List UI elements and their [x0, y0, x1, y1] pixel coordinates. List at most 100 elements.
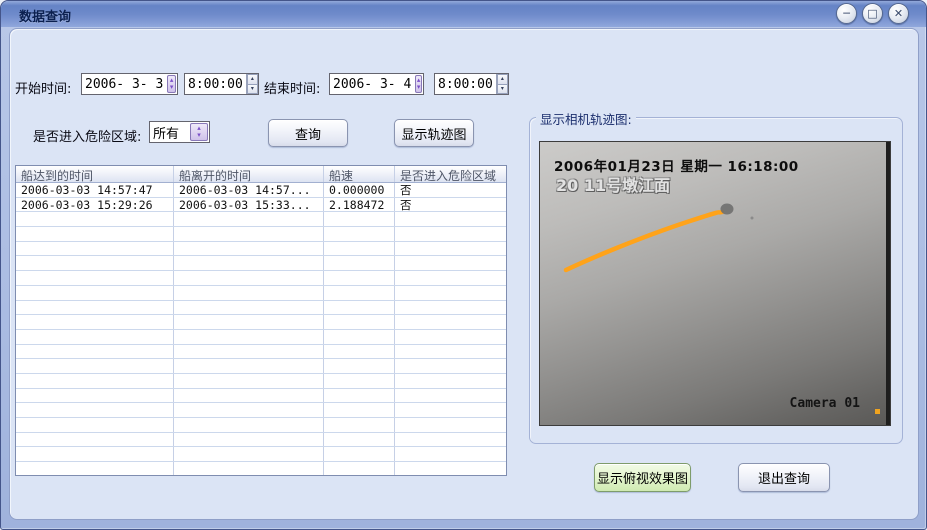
small-mark: [751, 217, 754, 220]
camera-location-overlay: 20 11号墩江面: [556, 172, 670, 196]
spinner-up-icon[interactable]: ▴: [247, 74, 258, 85]
end-date-value: 2006- 3- 4: [330, 74, 414, 94]
trajectory-path: [566, 212, 722, 270]
table-cell: 否: [395, 198, 506, 212]
table-cell: 2006-03-03 15:33...: [174, 198, 324, 212]
table-cell: [16, 315, 174, 329]
table-cell: [395, 256, 506, 270]
table-cell: [324, 242, 395, 256]
end-time-value: 8:00:00: [435, 74, 496, 94]
column-header[interactable]: 是否进入危险区域: [395, 166, 506, 182]
exit-query-button[interactable]: 退出查询: [738, 463, 830, 492]
table-cell: [174, 271, 324, 285]
table-cell: [16, 447, 174, 461]
minimize-icon: ─: [843, 8, 850, 19]
table-cell: [16, 242, 174, 256]
start-date-dropdown-button[interactable]: ▴ ▾: [167, 75, 176, 93]
maximize-icon: □: [867, 8, 877, 19]
table-body: 2006-03-03 14:57:472006-03-03 14:57...0.…: [16, 183, 506, 476]
table-cell: [395, 286, 506, 300]
maximize-button[interactable]: □: [862, 3, 883, 24]
start-date-value: 2006- 3- 3: [82, 74, 166, 94]
table-empty-row: [16, 301, 506, 316]
end-date-picker[interactable]: 2006- 3- 4 ▴ ▾: [329, 73, 424, 95]
table-cell: [16, 433, 174, 447]
table-cell: [324, 403, 395, 417]
end-time-spin-buttons[interactable]: ▴ ▾: [496, 74, 508, 94]
table-cell: 否: [395, 183, 506, 197]
table-cell: [395, 447, 506, 461]
table-cell: [324, 271, 395, 285]
table-empty-row: [16, 462, 506, 476]
table-cell: [324, 286, 395, 300]
table-cell: [395, 345, 506, 359]
table-cell: [16, 418, 174, 432]
start-date-picker[interactable]: 2006- 3- 3 ▴ ▾: [81, 73, 178, 95]
minimize-button[interactable]: ─: [836, 3, 857, 24]
table-empty-row: [16, 359, 506, 374]
table-cell: [395, 433, 506, 447]
table-empty-row: [16, 330, 506, 345]
table-empty-row: [16, 345, 506, 360]
table-cell: [174, 447, 324, 461]
table-cell: [324, 227, 395, 241]
table-cell: [395, 389, 506, 403]
table-cell: [174, 227, 324, 241]
table-empty-row: [16, 389, 506, 404]
table-cell: [324, 433, 395, 447]
close-button[interactable]: ✕: [888, 3, 909, 24]
table-cell: [16, 330, 174, 344]
spinner-down-icon[interactable]: ▾: [497, 85, 508, 95]
column-header[interactable]: 船达到的时间: [16, 166, 174, 182]
table-cell: [174, 462, 324, 476]
camera-image: 2006年01月23日 星期一 16:18:00 20 11号墩江面 Camer…: [539, 141, 891, 426]
table-empty-row: [16, 447, 506, 462]
column-header[interactable]: 船速: [324, 166, 395, 182]
column-header[interactable]: 船离开的时间: [174, 166, 324, 182]
table-cell: [16, 301, 174, 315]
table-cell: [324, 447, 395, 461]
table-cell: [395, 462, 506, 476]
end-time-spinner[interactable]: 8:00:00 ▴ ▾: [434, 73, 509, 95]
query-button[interactable]: 查询: [268, 119, 348, 147]
table-cell: 2006-03-03 14:57...: [174, 183, 324, 197]
camera-orange-dot: [875, 409, 880, 414]
show-top-view-button-label: 显示俯视效果图: [597, 468, 688, 487]
camera-name-overlay: Camera 01: [790, 396, 860, 411]
table-empty-row: [16, 256, 506, 271]
table-row[interactable]: 2006-03-03 14:57:472006-03-03 14:57...0.…: [16, 183, 506, 198]
danger-zone-dropdown-button[interactable]: ▴ ▾: [190, 123, 208, 141]
start-time-spin-buttons[interactable]: ▴ ▾: [246, 74, 258, 94]
table-cell: [324, 212, 395, 226]
table-cell: [324, 256, 395, 270]
table-row[interactable]: 2006-03-03 15:29:262006-03-03 15:33...2.…: [16, 198, 506, 213]
results-table[interactable]: 船达到的时间船离开的时间船速是否进入危险区域 2006-03-03 14:57:…: [15, 165, 507, 476]
table-empty-row: [16, 403, 506, 418]
table-cell: [174, 345, 324, 359]
show-track-button[interactable]: 显示轨迹图: [394, 119, 474, 147]
end-date-dropdown-button[interactable]: ▴ ▾: [415, 75, 422, 93]
table-cell: [174, 433, 324, 447]
table-cell: [174, 330, 324, 344]
table-cell: [16, 271, 174, 285]
app-window: 数据查询 ─ □ ✕ 开始时间: 2006- 3- 3 ▴ ▾ 8:00:00 …: [0, 0, 927, 530]
spinner-down-icon: ▾: [170, 84, 174, 91]
danger-zone-label: 是否进入危险区域:: [33, 126, 141, 145]
table-cell: 2006-03-03 15:29:26: [16, 198, 174, 212]
title-bar[interactable]: 数据查询 ─ □ ✕: [1, 1, 926, 27]
table-cell: [395, 271, 506, 285]
table-cell: [395, 418, 506, 432]
spinner-up-icon[interactable]: ▴: [497, 74, 508, 85]
table-cell: [174, 389, 324, 403]
table-cell: [174, 359, 324, 373]
table-cell: [174, 242, 324, 256]
table-cell: [395, 227, 506, 241]
start-time-spinner[interactable]: 8:00:00 ▴ ▾: [184, 73, 259, 95]
spinner-down-icon[interactable]: ▾: [247, 85, 258, 95]
table-empty-row: [16, 242, 506, 257]
table-cell: [324, 315, 395, 329]
danger-zone-select[interactable]: 所有 ▴ ▾: [149, 121, 210, 143]
show-top-view-button[interactable]: 显示俯视效果图: [594, 463, 691, 492]
table-cell: [324, 330, 395, 344]
table-cell: [324, 389, 395, 403]
